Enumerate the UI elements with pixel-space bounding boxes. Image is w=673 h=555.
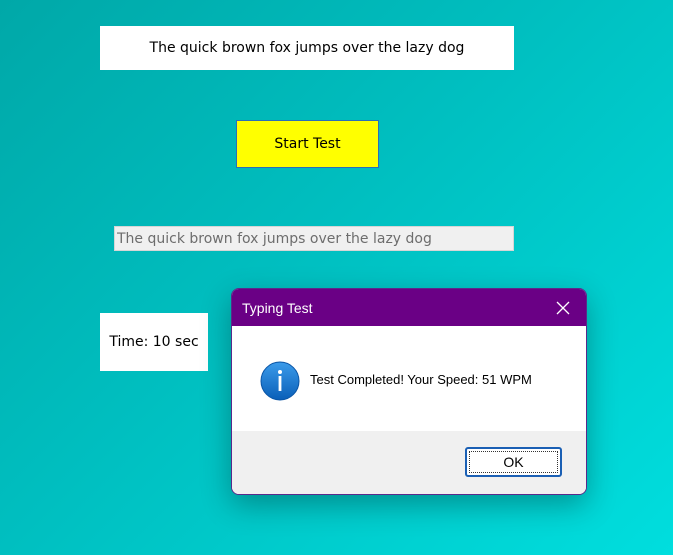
- timer-display: Time: 10 sec: [100, 313, 208, 371]
- typing-input[interactable]: [114, 226, 514, 251]
- start-test-button[interactable]: Start Test: [236, 120, 379, 168]
- dialog-message: Test Completed! Your Speed: 51 WPM: [310, 372, 532, 387]
- start-test-label: Start Test: [274, 136, 341, 152]
- dialog-footer: OK: [232, 431, 586, 494]
- dialog-title: Typing Test: [242, 299, 313, 316]
- result-dialog: Typing Test Test Completed! Your Speed: …: [231, 288, 587, 495]
- info-icon: [260, 361, 300, 401]
- close-button[interactable]: [540, 289, 586, 326]
- ok-label: OK: [503, 454, 524, 470]
- dialog-title-bar: Typing Test: [232, 289, 586, 326]
- sample-text: The quick brown fox jumps over the lazy …: [149, 40, 465, 56]
- timer-text: Time: 10 sec: [109, 334, 199, 350]
- ok-button[interactable]: OK: [465, 447, 562, 477]
- sample-text-display: The quick brown fox jumps over the lazy …: [100, 26, 514, 70]
- dialog-body: Test Completed! Your Speed: 51 WPM: [232, 326, 586, 432]
- close-icon: [556, 301, 570, 314]
